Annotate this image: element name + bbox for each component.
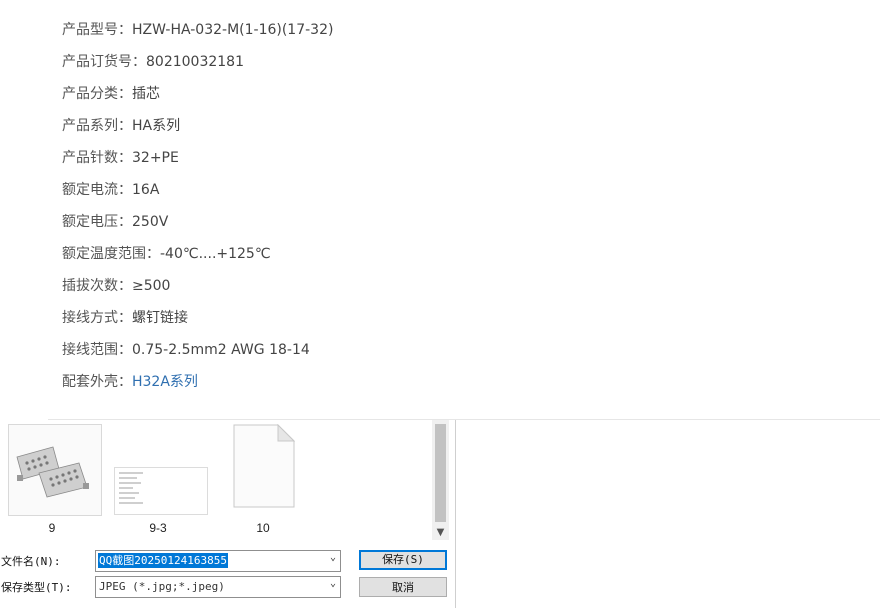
file-name: 10	[256, 521, 270, 535]
filename-input[interactable]: QQ截图20250124163855	[98, 553, 228, 568]
spec-value: 80210032181	[146, 54, 244, 70]
spec-label: 接线方式：	[62, 310, 132, 326]
spec-row-pin-count: 产品针数：32+PE	[62, 146, 333, 178]
spec-row-termination: 接线方式：螺钉链接	[62, 306, 333, 338]
spec-value: HZW-HA-032-M(1-16)(17-32)	[132, 22, 334, 38]
spec-row-mating-cycles: 插拔次数：≥500	[62, 274, 333, 306]
spec-row-housing: 配套外壳：H32A系列	[62, 370, 333, 402]
spec-row-rated-current: 额定电流：16A	[62, 178, 333, 210]
connector-image-thumbnail	[8, 424, 102, 516]
file-name: 9	[48, 521, 56, 535]
filetype-label: 保存类型(T):	[1, 581, 72, 594]
spec-label: 产品针数：	[62, 150, 132, 166]
chevron-down-icon[interactable]: ⌄	[330, 552, 336, 563]
spec-label: 产品系列：	[62, 118, 132, 134]
file-thumbnail-view[interactable]: 9 9-3 10	[0, 420, 432, 540]
chevron-down-icon[interactable]: ⌄	[330, 578, 336, 589]
spec-label: 额定电流：	[62, 182, 132, 198]
spec-value: HA系列	[132, 118, 181, 134]
connector-icon	[16, 446, 89, 498]
spec-value: 插芯	[132, 86, 160, 102]
spec-value: ≥500	[132, 278, 171, 294]
spec-label: 产品分类：	[62, 86, 132, 102]
blank-document-icon	[233, 423, 296, 508]
spec-row-rated-voltage: 额定电压：250V	[62, 210, 333, 242]
filename-combobox[interactable]: QQ截图20250124163855 ⌄	[95, 550, 341, 572]
filetype-value: JPEG (*.jpg;*.jpeg)	[99, 580, 225, 593]
file-name: 9-3	[149, 521, 167, 535]
spec-label: 额定电压：	[62, 214, 132, 230]
document-preview-icon	[119, 472, 143, 504]
spec-label: 接线范围：	[62, 342, 132, 358]
scrollbar-thumb[interactable]	[435, 424, 446, 522]
document-image-thumbnail	[114, 467, 208, 515]
filename-label: 文件名(N):	[1, 555, 61, 568]
save-file-dialog: 9 9-3 10 ▼ 文件名(N): QQ截图20250124163855 ⌄ …	[0, 420, 456, 608]
vertical-scrollbar[interactable]: ▼	[432, 420, 449, 540]
spec-value: 0.75-2.5mm2 AWG 18-14	[132, 342, 310, 358]
spec-label: 产品订货号：	[62, 54, 146, 70]
spec-label: 额定温度范围：	[62, 246, 160, 262]
spec-row-order-number: 产品订货号：80210032181	[62, 50, 333, 82]
spec-label: 配套外壳：	[62, 374, 132, 390]
spec-row-wire-range: 接线范围：0.75-2.5mm2 AWG 18-14	[62, 338, 333, 370]
spec-value: 250V	[132, 214, 169, 230]
spec-label: 产品型号：	[62, 22, 132, 38]
cancel-button[interactable]: 取消	[359, 577, 447, 597]
spec-label: 插拔次数：	[62, 278, 132, 294]
housing-series-link[interactable]: H32A系列	[132, 374, 198, 390]
save-button[interactable]: 保存(S)	[359, 550, 447, 570]
filetype-select[interactable]: JPEG (*.jpg;*.jpeg) ⌄	[95, 576, 341, 598]
scroll-down-icon[interactable]: ▼	[434, 526, 447, 540]
spec-value: 16A	[132, 182, 160, 198]
spec-value: 32+PE	[132, 150, 179, 166]
spec-row-series: 产品系列：HA系列	[62, 114, 333, 146]
spec-row-model: 产品型号：HZW-HA-032-M(1-16)(17-32)	[62, 18, 333, 50]
spec-row-temperature-range: 额定温度范围：-40℃....+125℃	[62, 242, 333, 274]
spec-value: 螺钉链接	[132, 310, 188, 326]
product-spec-list: 产品型号：HZW-HA-032-M(1-16)(17-32) 产品订货号：802…	[62, 18, 333, 402]
spec-value: -40℃....+125℃	[160, 246, 271, 262]
spec-row-category: 产品分类：插芯	[62, 82, 333, 114]
